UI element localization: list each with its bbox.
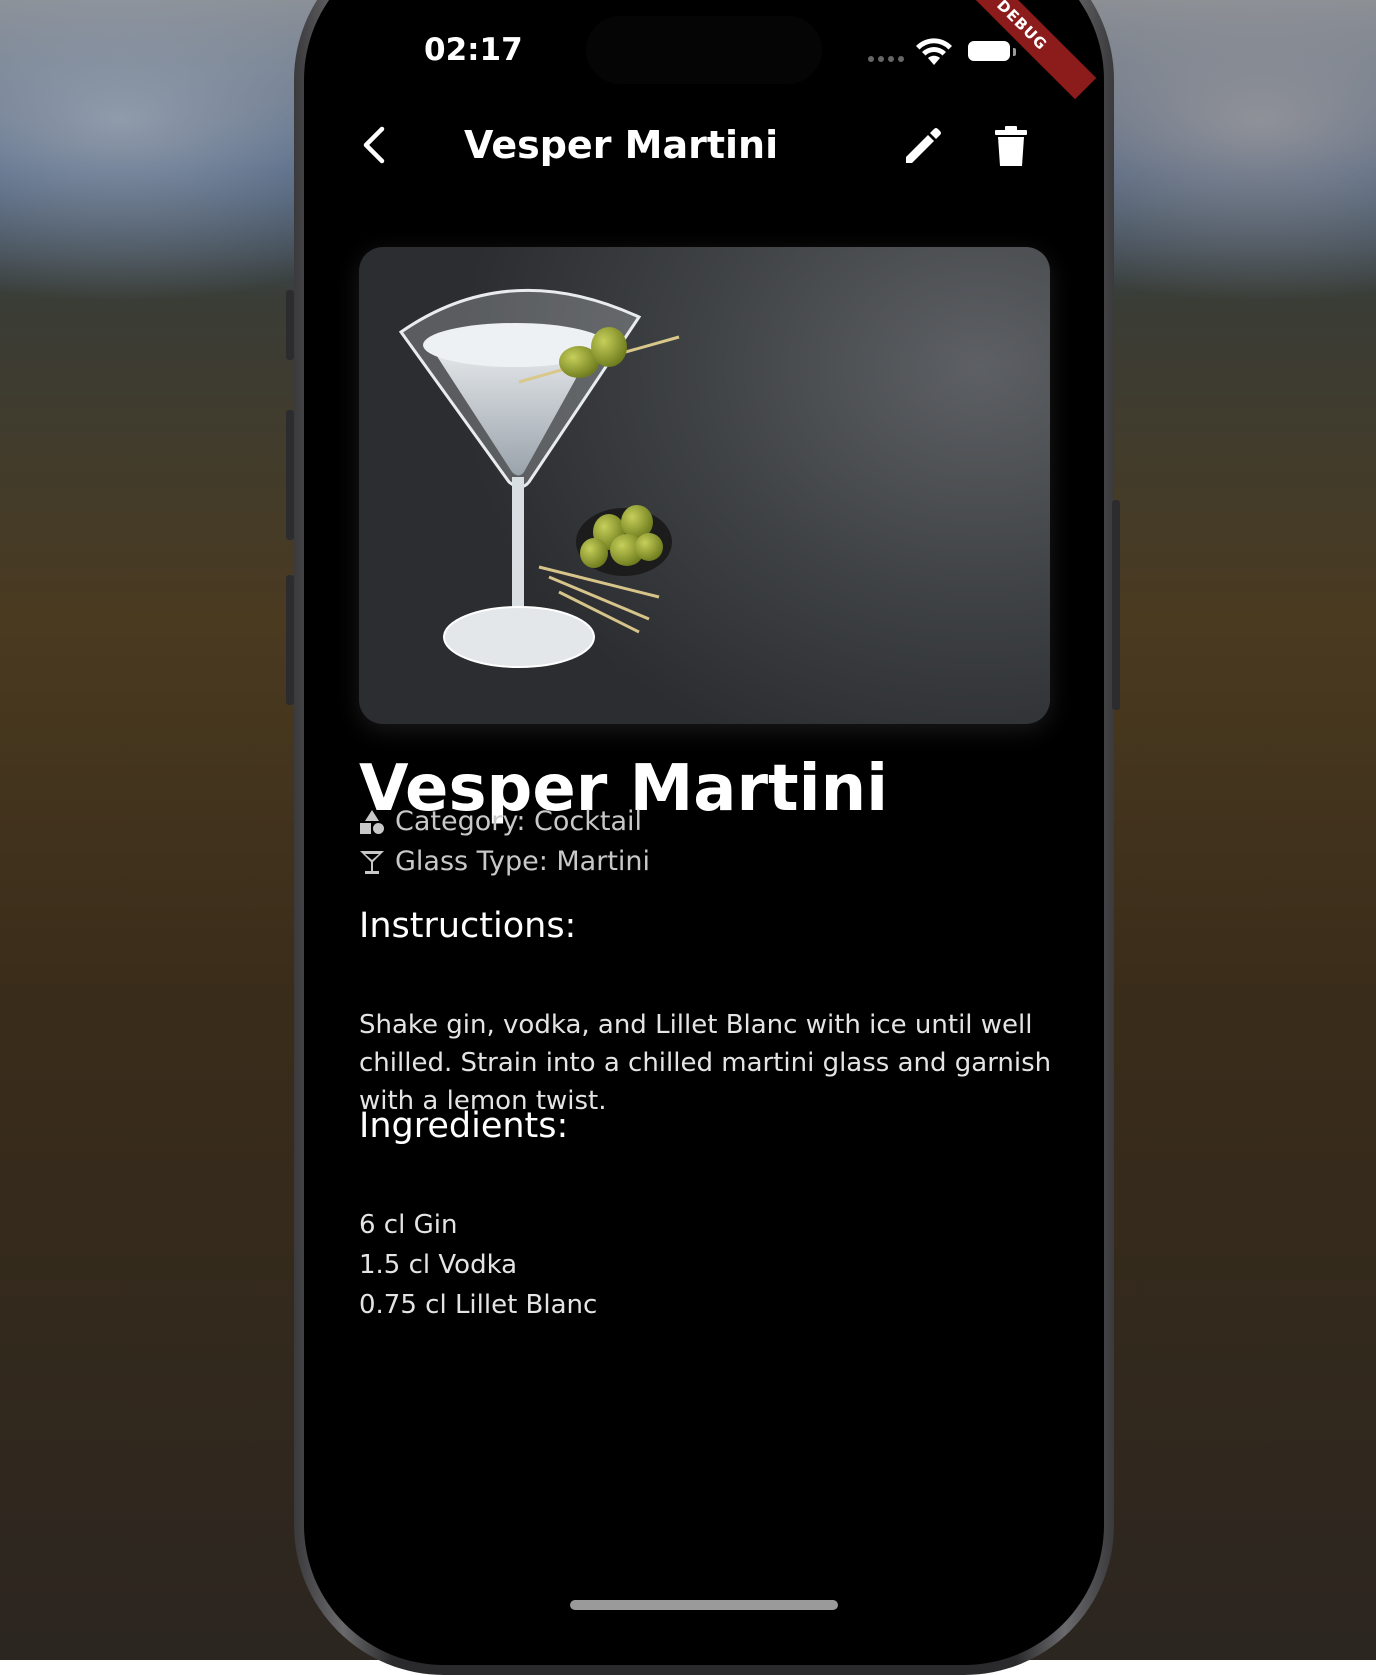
wifi-icon	[916, 38, 952, 65]
ingredient-item: 0.75 cl Lillet Blanc	[359, 1290, 598, 1320]
instructions-heading: Instructions:	[359, 906, 577, 946]
status-time: 02:17	[424, 32, 523, 68]
ingredients-list: 6 cl Gin 1.5 cl Vodka 0.75 cl Lillet Bla…	[359, 1205, 597, 1325]
category-text: Category: Cocktail	[395, 806, 643, 837]
ingredient-item: 6 cl Gin	[359, 1210, 458, 1240]
martini-glass-icon	[360, 850, 384, 874]
side-button-volume-up	[286, 410, 294, 540]
nav-title: Vesper Martini	[464, 123, 779, 167]
category-row: Category: Cocktail	[359, 806, 642, 837]
pencil-icon[interactable]	[902, 125, 944, 167]
cellular-signal-icon	[868, 56, 904, 62]
ingredient-item: 1.5 cl Vodka	[359, 1250, 518, 1280]
home-indicator[interactable]	[570, 1600, 838, 1610]
battery-icon	[968, 41, 1010, 61]
drink-image	[359, 247, 1050, 724]
side-button-power	[1112, 500, 1120, 710]
trash-icon[interactable]	[994, 125, 1028, 167]
glass-row: Glass Type: Martini	[359, 846, 650, 877]
side-button-volume-down	[286, 575, 294, 705]
martini-illustration	[398, 288, 680, 668]
glass-text: Glass Type: Martini	[395, 846, 651, 877]
ingredients-heading: Ingredients:	[359, 1106, 569, 1146]
dynamic-island	[586, 16, 822, 84]
chevron-left-icon[interactable]	[356, 125, 396, 165]
navigation-bar: Vesper Martini	[304, 105, 1104, 185]
app-screen: 02:17 DEBUG Vesper Martini Vesper Martin…	[304, 0, 1104, 1665]
shapes-icon	[360, 809, 384, 834]
side-button-mute	[286, 290, 294, 360]
battery-tip	[1013, 48, 1016, 56]
instructions-text: Shake gin, vodka, and Lillet Blanc with …	[359, 1010, 1052, 1116]
